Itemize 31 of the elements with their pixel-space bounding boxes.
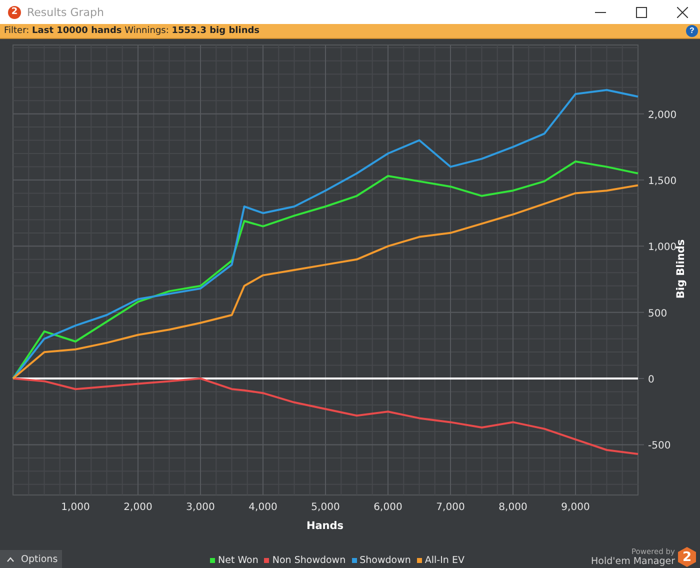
x-tick-label: 1,000 <box>61 502 90 513</box>
x-axis-title: Hands <box>306 520 344 532</box>
x-tick-label: 4,000 <box>248 502 278 513</box>
x-tick-label: 5,000 <box>311 502 340 513</box>
filter-summary: Filter: Last 10000 hands Winnings: 1553.3 big blinds <box>4 26 261 36</box>
x-tick-label: 9,000 <box>561 502 590 513</box>
options-button[interactable]: Options <box>0 550 62 568</box>
y-tick-label: 0 <box>648 374 654 386</box>
window-title: Results Graph <box>27 6 104 18</box>
y-tick-label: 500 <box>648 308 668 320</box>
y-tick-label: -500 <box>648 440 671 452</box>
legend-label: Showdown <box>360 555 411 566</box>
y-axis-title: Big Blinds <box>675 239 687 299</box>
caret-icon <box>7 556 14 562</box>
y-tick-label: 1,000 <box>648 242 677 254</box>
x-tick-label: 7,000 <box>436 502 465 513</box>
x-tick-label: 8,000 <box>498 502 528 513</box>
x-tick-label: 6,000 <box>374 502 402 513</box>
product-name: Hold'em Manager <box>591 556 675 567</box>
y-tick-label: 2,000 <box>648 110 677 121</box>
legend-label: Non Showdown <box>272 555 346 566</box>
x-tick-label: 3,000 <box>186 502 215 513</box>
app-logo: 2 <box>8 6 21 18</box>
legend-label: Net Won <box>218 555 258 566</box>
help-button[interactable]: ? <box>686 25 698 37</box>
maximize-icon[interactable] <box>636 6 647 18</box>
close-icon[interactable] <box>677 6 688 18</box>
y-tick-label: 1,500 <box>648 176 677 187</box>
x-tick-label: 2,000 <box>124 502 152 513</box>
legend-label: All-In EV <box>424 555 464 566</box>
brand-logo: 2 <box>678 547 696 567</box>
